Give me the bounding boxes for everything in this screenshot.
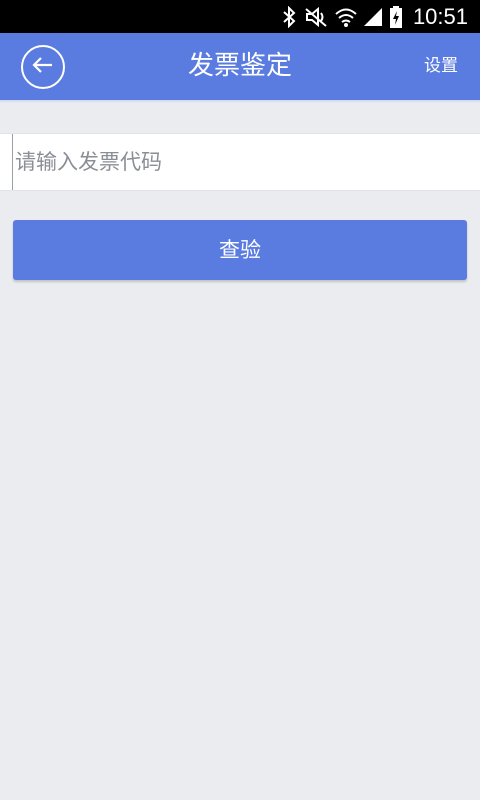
arrow-left-icon <box>31 55 55 79</box>
status-time: 10:51 <box>412 3 468 29</box>
invoice-code-field <box>0 133 480 191</box>
check-button[interactable]: 查验 <box>13 220 467 280</box>
back-button[interactable] <box>21 45 65 89</box>
app-bar-shadow <box>0 100 480 103</box>
status-icons: 10:51 <box>281 0 468 33</box>
signal-icon <box>363 6 383 28</box>
page-title: 发票鉴定 <box>187 51 292 81</box>
status-bar: 10:51 <box>0 0 480 33</box>
battery-charging-icon <box>389 5 403 29</box>
app-bar: 发票鉴定 设置 <box>0 33 480 100</box>
invoice-code-input[interactable] <box>12 134 471 190</box>
settings-button[interactable]: 设置 <box>424 33 458 100</box>
bluetooth-icon <box>281 5 297 28</box>
wifi-icon <box>335 6 357 28</box>
mute-icon <box>303 6 329 28</box>
